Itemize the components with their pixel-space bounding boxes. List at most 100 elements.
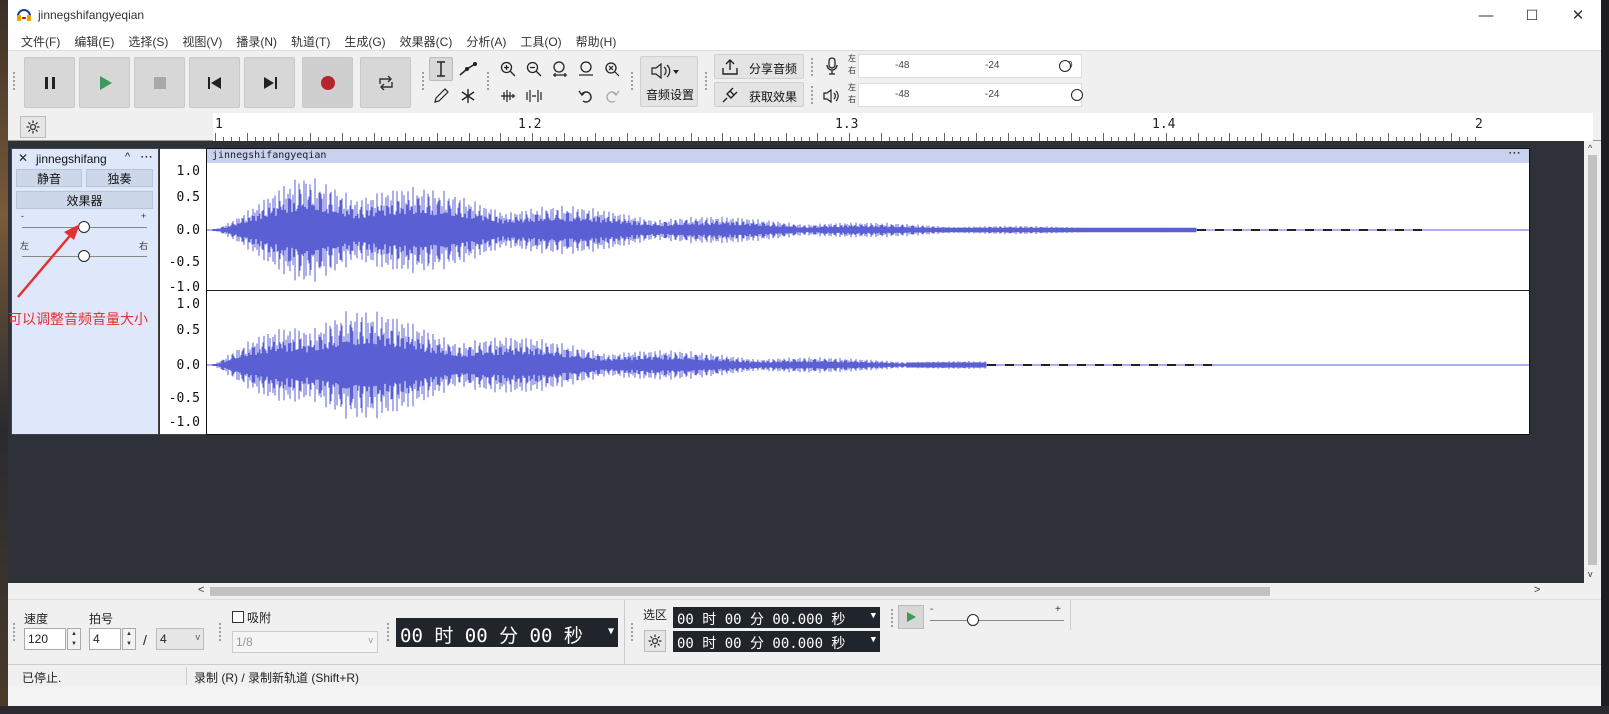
record-meter[interactable]: -48 -24 0 bbox=[858, 54, 1082, 78]
record-meter-slider-knob[interactable] bbox=[1059, 60, 1071, 72]
close-window-button[interactable]: ✕ bbox=[1555, 0, 1601, 30]
menu-file[interactable]: 文件(F) bbox=[14, 30, 67, 50]
fit-selection-button[interactable] bbox=[548, 57, 572, 81]
mute-button[interactable]: 静音 bbox=[16, 169, 82, 187]
beat-unit-select[interactable]: 4 v bbox=[156, 628, 204, 650]
beats-input[interactable]: 4 bbox=[89, 628, 121, 650]
vertical-scroll-thumb[interactable] bbox=[1588, 155, 1597, 565]
snap-checkbox[interactable] bbox=[232, 611, 244, 623]
playback-meter[interactable]: -48 -24 bbox=[858, 83, 1083, 107]
track-menu-icon[interactable]: ⋯ bbox=[140, 149, 153, 165]
tempo-spinner[interactable]: ▲ ▼ bbox=[67, 628, 81, 650]
toolbar-grip[interactable] bbox=[421, 71, 426, 91]
scale-bot-0: 0.0 bbox=[176, 358, 200, 373]
time-signature-label: 拍号 bbox=[89, 612, 114, 626]
scale-bot-1: 1.0 bbox=[176, 297, 200, 312]
stop-button[interactable] bbox=[134, 57, 185, 108]
scroll-left-icon[interactable]: < bbox=[198, 584, 204, 596]
horizontal-scroll-thumb[interactable] bbox=[210, 587, 1270, 596]
audio-setup-button[interactable]: 音频设置 bbox=[640, 56, 698, 107]
trim-audio-button[interactable] bbox=[496, 84, 520, 108]
horizontal-scrollbar[interactable]: < > bbox=[8, 583, 1601, 599]
maximize-button[interactable]: ☐ bbox=[1509, 0, 1555, 30]
play-button[interactable] bbox=[79, 57, 130, 108]
audio-clip[interactable]: jinnegshifangyeqian ⋯ bbox=[206, 145, 1530, 435]
beats-spinner[interactable]: ▲ ▼ bbox=[122, 628, 136, 650]
share-audio-button[interactable]: 分享音频 bbox=[714, 54, 804, 79]
scroll-right-icon[interactable]: > bbox=[1534, 584, 1540, 596]
skip-to-start-button[interactable] bbox=[189, 57, 240, 108]
speed-slider-track[interactable] bbox=[930, 620, 1064, 621]
toolbar-grip[interactable] bbox=[12, 71, 17, 91]
toolbar-grip[interactable] bbox=[810, 85, 815, 105]
solo-button[interactable]: 独奏 bbox=[86, 169, 153, 187]
pause-button[interactable] bbox=[24, 57, 75, 108]
toolbar-grip[interactable] bbox=[630, 71, 635, 91]
menu-effect[interactable]: 效果器(C) bbox=[393, 30, 460, 50]
playback-meter-slider-knob[interactable] bbox=[1071, 89, 1083, 101]
tempo-input[interactable]: 120 bbox=[24, 628, 66, 650]
zoom-in-button[interactable] bbox=[496, 57, 520, 81]
toolbar-grip[interactable] bbox=[386, 622, 391, 642]
menu-select[interactable]: 选择(S) bbox=[121, 30, 175, 50]
toolbar-grip[interactable] bbox=[890, 608, 895, 628]
menu-tracks[interactable]: 轨道(T) bbox=[284, 30, 337, 50]
selection-end-time[interactable]: 00 时 00 分 00.000 秒 ▼ bbox=[673, 631, 880, 652]
menu-tools[interactable]: 工具(O) bbox=[513, 30, 568, 50]
toolbar-grip[interactable] bbox=[704, 71, 709, 91]
snap-select[interactable]: 1/8 v bbox=[232, 631, 378, 653]
toolbar-grip[interactable] bbox=[810, 57, 815, 77]
menu-generate[interactable]: 生成(G) bbox=[337, 30, 392, 50]
amplitude-scale[interactable]: 1.0 0.5 0.0 -0.5 -1.0 1.0 0.5 0.0 -0.5 -… bbox=[160, 148, 206, 435]
scroll-up-icon[interactable]: ^ bbox=[1588, 143, 1592, 153]
effects-button[interactable]: 效果器 bbox=[16, 191, 153, 209]
toolbar-grip[interactable] bbox=[486, 71, 491, 91]
playback-meter-button[interactable] bbox=[820, 84, 844, 108]
zoom-toggle-button[interactable] bbox=[600, 57, 624, 81]
menu-analyze[interactable]: 分析(A) bbox=[459, 30, 513, 50]
record-button[interactable] bbox=[302, 57, 353, 108]
menu-transport[interactable]: 播录(N) bbox=[229, 30, 284, 50]
toolbar-grip[interactable] bbox=[218, 622, 223, 642]
draw-tool-button[interactable] bbox=[429, 84, 453, 108]
menu-help[interactable]: 帮助(H) bbox=[569, 30, 624, 50]
silence-audio-button[interactable] bbox=[522, 84, 546, 108]
timeline-options-button[interactable] bbox=[20, 116, 46, 138]
selection-start-menu-icon[interactable]: ▼ bbox=[871, 611, 876, 621]
undo-button[interactable] bbox=[574, 84, 598, 108]
selection-options-button[interactable] bbox=[644, 630, 666, 652]
ruler-label-1: 1 bbox=[215, 117, 223, 132]
clip-header[interactable]: jinnegshifangyeqian ⋯ bbox=[207, 145, 1529, 163]
minimize-button[interactable]: — bbox=[1463, 0, 1509, 30]
menu-view[interactable]: 视图(V) bbox=[175, 30, 229, 50]
track-name[interactable]: jinnegshifang bbox=[36, 152, 107, 166]
vertical-scrollbar[interactable]: ^ v bbox=[1584, 141, 1601, 583]
selection-tool-button[interactable] bbox=[429, 57, 453, 81]
time-display[interactable]: 00 时 00 分 00 秒 ▼ bbox=[396, 618, 618, 647]
time-format-menu-icon[interactable]: ▼ bbox=[608, 626, 614, 637]
selection-end-menu-icon[interactable]: ▼ bbox=[871, 635, 876, 645]
toolbar-grip[interactable] bbox=[630, 622, 635, 642]
close-track-icon[interactable]: ✕ bbox=[18, 151, 28, 165]
skip-start-icon bbox=[207, 76, 221, 89]
track-area[interactable]: ✕ jinnegshifang ^ ⋯ 静音 独奏 效果器 - + 左 右 可以… bbox=[8, 141, 1584, 583]
loop-button[interactable] bbox=[360, 57, 411, 108]
skip-to-end-button[interactable] bbox=[244, 57, 295, 108]
scroll-down-icon[interactable]: v bbox=[1588, 569, 1593, 579]
toolbar-grip[interactable] bbox=[12, 622, 17, 642]
envelope-tool-button[interactable] bbox=[456, 57, 480, 81]
record-meter-button[interactable] bbox=[820, 54, 844, 78]
selection-start-time[interactable]: 00 时 00 分 00.000 秒 ▼ bbox=[673, 607, 880, 628]
ruler-scale[interactable]: 1 1.2 1.3 1.4 2 bbox=[213, 113, 1593, 141]
collapse-track-icon[interactable]: ^ bbox=[125, 151, 130, 163]
redo-button[interactable] bbox=[600, 84, 624, 108]
get-effects-button[interactable]: 获取效果 bbox=[714, 82, 804, 107]
menu-edit[interactable]: 编辑(E) bbox=[67, 30, 121, 50]
timeline-ruler[interactable]: 1 1.2 1.3 1.4 2 bbox=[8, 113, 1601, 141]
play-at-speed-button[interactable] bbox=[898, 605, 924, 629]
zoom-out-button[interactable] bbox=[522, 57, 546, 81]
clip-menu-icon[interactable]: ⋯ bbox=[1508, 145, 1521, 161]
fit-project-button[interactable] bbox=[574, 57, 598, 81]
speed-slider-knob[interactable] bbox=[967, 614, 979, 626]
multi-tool-button[interactable] bbox=[456, 84, 480, 108]
